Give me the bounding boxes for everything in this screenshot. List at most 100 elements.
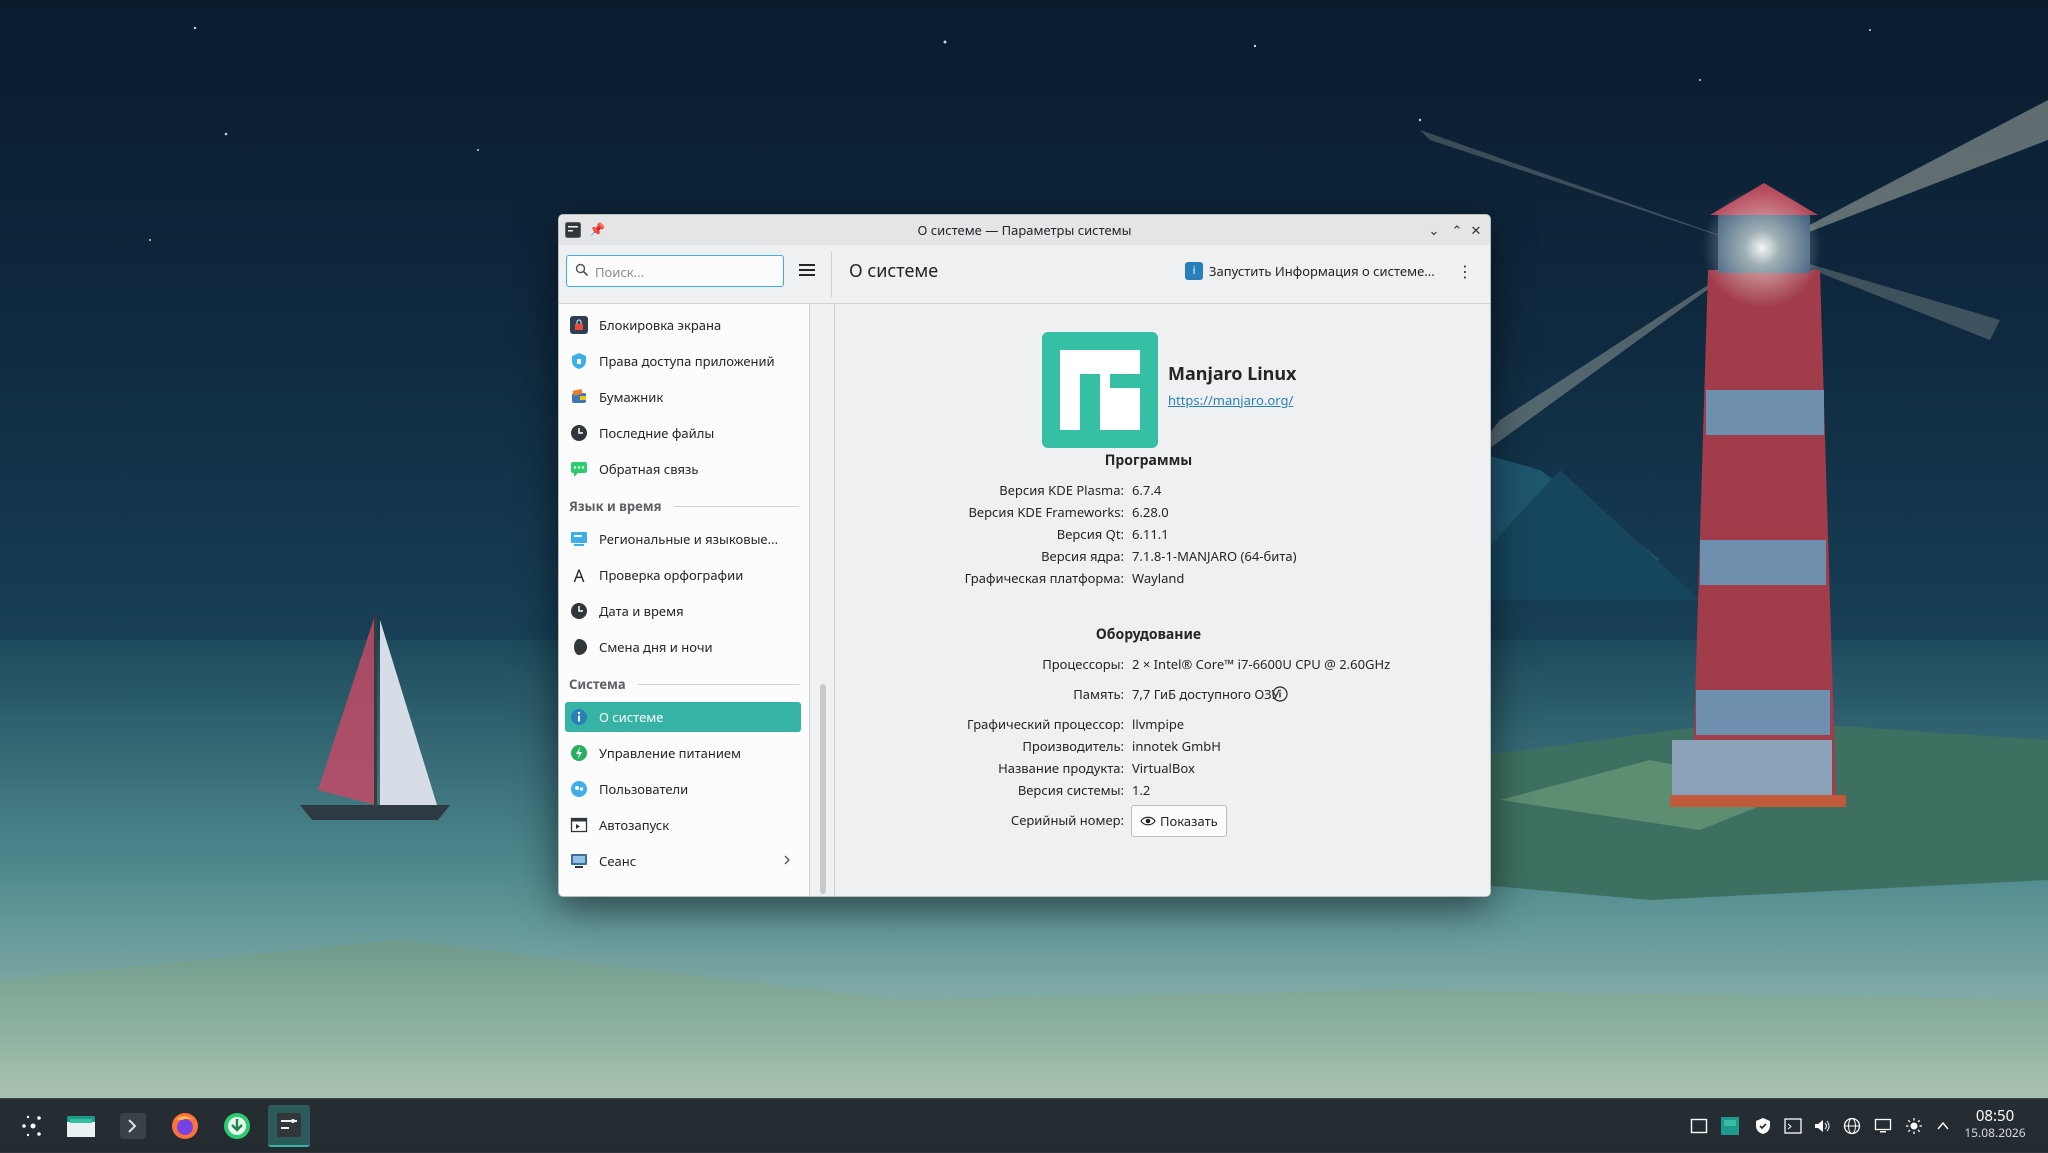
launch-info-center-button[interactable]: i Запустить Информация о системе... (1185, 258, 1435, 284)
search-field[interactable] (566, 255, 784, 287)
info-key: Память: (1073, 685, 1124, 703)
folder-icon (67, 1116, 95, 1137)
info-key: Версия ядра: (1041, 547, 1124, 565)
group-header-label: Язык и время (569, 497, 662, 515)
info-value: VirtualBox (1132, 759, 1195, 777)
info-value: 1.2 (1132, 781, 1151, 799)
sidebar-item-day-night[interactable]: Смена дня и ночи (565, 632, 801, 662)
power-icon (570, 744, 588, 762)
info-key: Графический процессор: (967, 715, 1124, 733)
info-key: Процессоры: (1042, 655, 1124, 673)
info-center-icon: i (1185, 262, 1203, 280)
sidebar-item-label: Управление питанием (599, 744, 742, 762)
show-desktop-icon[interactable] (1688, 1115, 1710, 1137)
window-titlebar[interactable]: 📌 О системе — Параметры системы ⌄ ⌃ ✕ (559, 215, 1490, 246)
clock-icon (570, 602, 588, 620)
sidebar-item-lock-screen[interactable]: Блокировка экрана (565, 310, 801, 340)
users-icon (570, 780, 588, 798)
sidebar-item-label: Обратная связь (599, 460, 699, 478)
taskbar-firefox[interactable] (164, 1105, 206, 1147)
about-content: Manjaro Linux https://manjaro.org/ Прогр… (835, 304, 1490, 896)
sidebar-item-label: Дата и время (599, 602, 684, 620)
sidebar-item-regional[interactable]: Региональные и языковые... (565, 524, 801, 554)
app-launcher-button[interactable] (12, 1105, 54, 1147)
info-row: Производитель: innotek GmbH (835, 736, 1490, 756)
day-night-icon (570, 638, 588, 656)
system-settings-window: 📌 О системе — Параметры системы ⌄ ⌃ ✕ О … (558, 214, 1491, 897)
sidebar-item-autostart[interactable]: Автозапуск (565, 810, 801, 840)
maximize-button[interactable]: ⌃ (1447, 220, 1467, 240)
eye-icon (1140, 816, 1156, 826)
sidebar-item-recent-files[interactable]: Последние файлы (565, 418, 801, 448)
sidebar-item-power[interactable]: Управление питанием (565, 738, 801, 768)
minimize-button[interactable]: ⌄ (1424, 220, 1444, 240)
region-icon (570, 530, 588, 548)
info-row: Процессоры: 2 × Intel® Core™ i7-6600U CP… (835, 654, 1490, 674)
sidebar-item-about[interactable]: О системе (565, 702, 801, 732)
distro-name: Manjaro Linux (1168, 362, 1297, 386)
toolbar: О системе i Запустить Информация о систе… (559, 245, 1490, 304)
info-icon (570, 708, 588, 726)
info-row: Версия Qt: 6.11.1 (835, 524, 1490, 544)
info-row: Версия KDE Frameworks: 6.28.0 (835, 502, 1490, 522)
window-title: О системе — Параметры системы (917, 221, 1132, 239)
tray-settings-icon[interactable] (1719, 1115, 1741, 1137)
info-value: 6.11.1 (1132, 525, 1169, 543)
taskbar-clock[interactable]: 08:50 15.08.2026 (1950, 1107, 2040, 1141)
terminal-icon (120, 1113, 146, 1139)
close-button[interactable]: ✕ (1466, 220, 1486, 240)
more-options-icon[interactable]: ⋮ (1457, 259, 1473, 283)
sidebar-item-users[interactable]: Пользователи (565, 774, 801, 804)
display-icon[interactable] (1872, 1115, 1894, 1137)
volume-icon[interactable] (1811, 1115, 1833, 1137)
sidebar-item-session[interactable]: Сеанс (565, 846, 801, 876)
info-row: Версия KDE Plasma: 6.7.4 (835, 480, 1490, 500)
sidebar-item-label: Пользователи (599, 780, 689, 798)
info-value: 7.1.8-1-MANJARO (64-бита) (1132, 547, 1297, 565)
taskbar-terminal[interactable] (112, 1105, 154, 1147)
memory-info-icon[interactable] (1272, 686, 1288, 702)
clock-time: 08:50 (1975, 1106, 2015, 1126)
brightness-icon[interactable] (1903, 1115, 1925, 1137)
info-key: Версия Qt: (1056, 525, 1124, 543)
sidebar-item-label: О системе (599, 708, 664, 726)
clock-date: 15.08.2026 (1964, 1124, 2026, 1141)
info-row: Название продукта: VirtualBox (835, 758, 1490, 778)
sidebar-item-label: Сеанс (599, 852, 637, 870)
info-key: Версия KDE Plasma: (999, 481, 1124, 499)
info-value: Wayland (1132, 569, 1185, 587)
sidebar-item-date-time[interactable]: Дата и время (565, 596, 801, 626)
taskbar-system-settings[interactable] (268, 1105, 310, 1147)
sidebar-scrollbar[interactable] (814, 304, 835, 896)
download-icon (224, 1113, 250, 1139)
console-tray-icon[interactable] (1782, 1115, 1804, 1137)
wallet-icon (570, 388, 588, 406)
sidebar: Блокировка экрана Права доступа приложен… (559, 304, 810, 896)
hardware-section-title: Оборудование (1095, 625, 1202, 644)
session-icon (570, 852, 588, 870)
info-key: Графическая платформа: (964, 569, 1124, 587)
distro-url-link[interactable]: https://manjaro.org/ (1168, 391, 1293, 409)
scrollbar-thumb[interactable] (820, 684, 826, 894)
search-input[interactable] (593, 261, 779, 283)
spellcheck-icon: A (573, 563, 585, 587)
network-globe-icon[interactable] (1841, 1115, 1863, 1137)
taskbar-software-updater[interactable] (216, 1105, 258, 1147)
hamburger-menu-icon[interactable] (795, 258, 819, 282)
sidebar-item-label: Бумажник (599, 388, 664, 406)
launch-label: Запустить Информация о системе... (1209, 262, 1435, 280)
show-serial-button[interactable]: Показать (1131, 805, 1227, 837)
taskbar-file-manager[interactable] (60, 1105, 102, 1147)
sidebar-item-app-permissions[interactable]: Права доступа приложений (565, 346, 801, 376)
info-row: Графический процессор: llvmpipe (835, 714, 1490, 734)
security-shield-icon[interactable] (1752, 1115, 1774, 1137)
manjaro-logo-icon (1042, 332, 1158, 448)
page-title: О системе (849, 259, 939, 283)
info-row: Графическая платформа: Wayland (835, 568, 1490, 588)
sidebar-item-label: Региональные и языковые... (599, 530, 779, 548)
sidebar-item-feedback[interactable]: Обратная связь (565, 454, 801, 484)
sidebar-item-spellcheck[interactable]: A Проверка орфографии (565, 560, 801, 590)
sidebar-item-label: Проверка орфографии (599, 566, 744, 584)
sidebar-item-wallet[interactable]: Бумажник (565, 382, 801, 412)
sidebar-item-label: Блокировка экрана (599, 316, 722, 334)
